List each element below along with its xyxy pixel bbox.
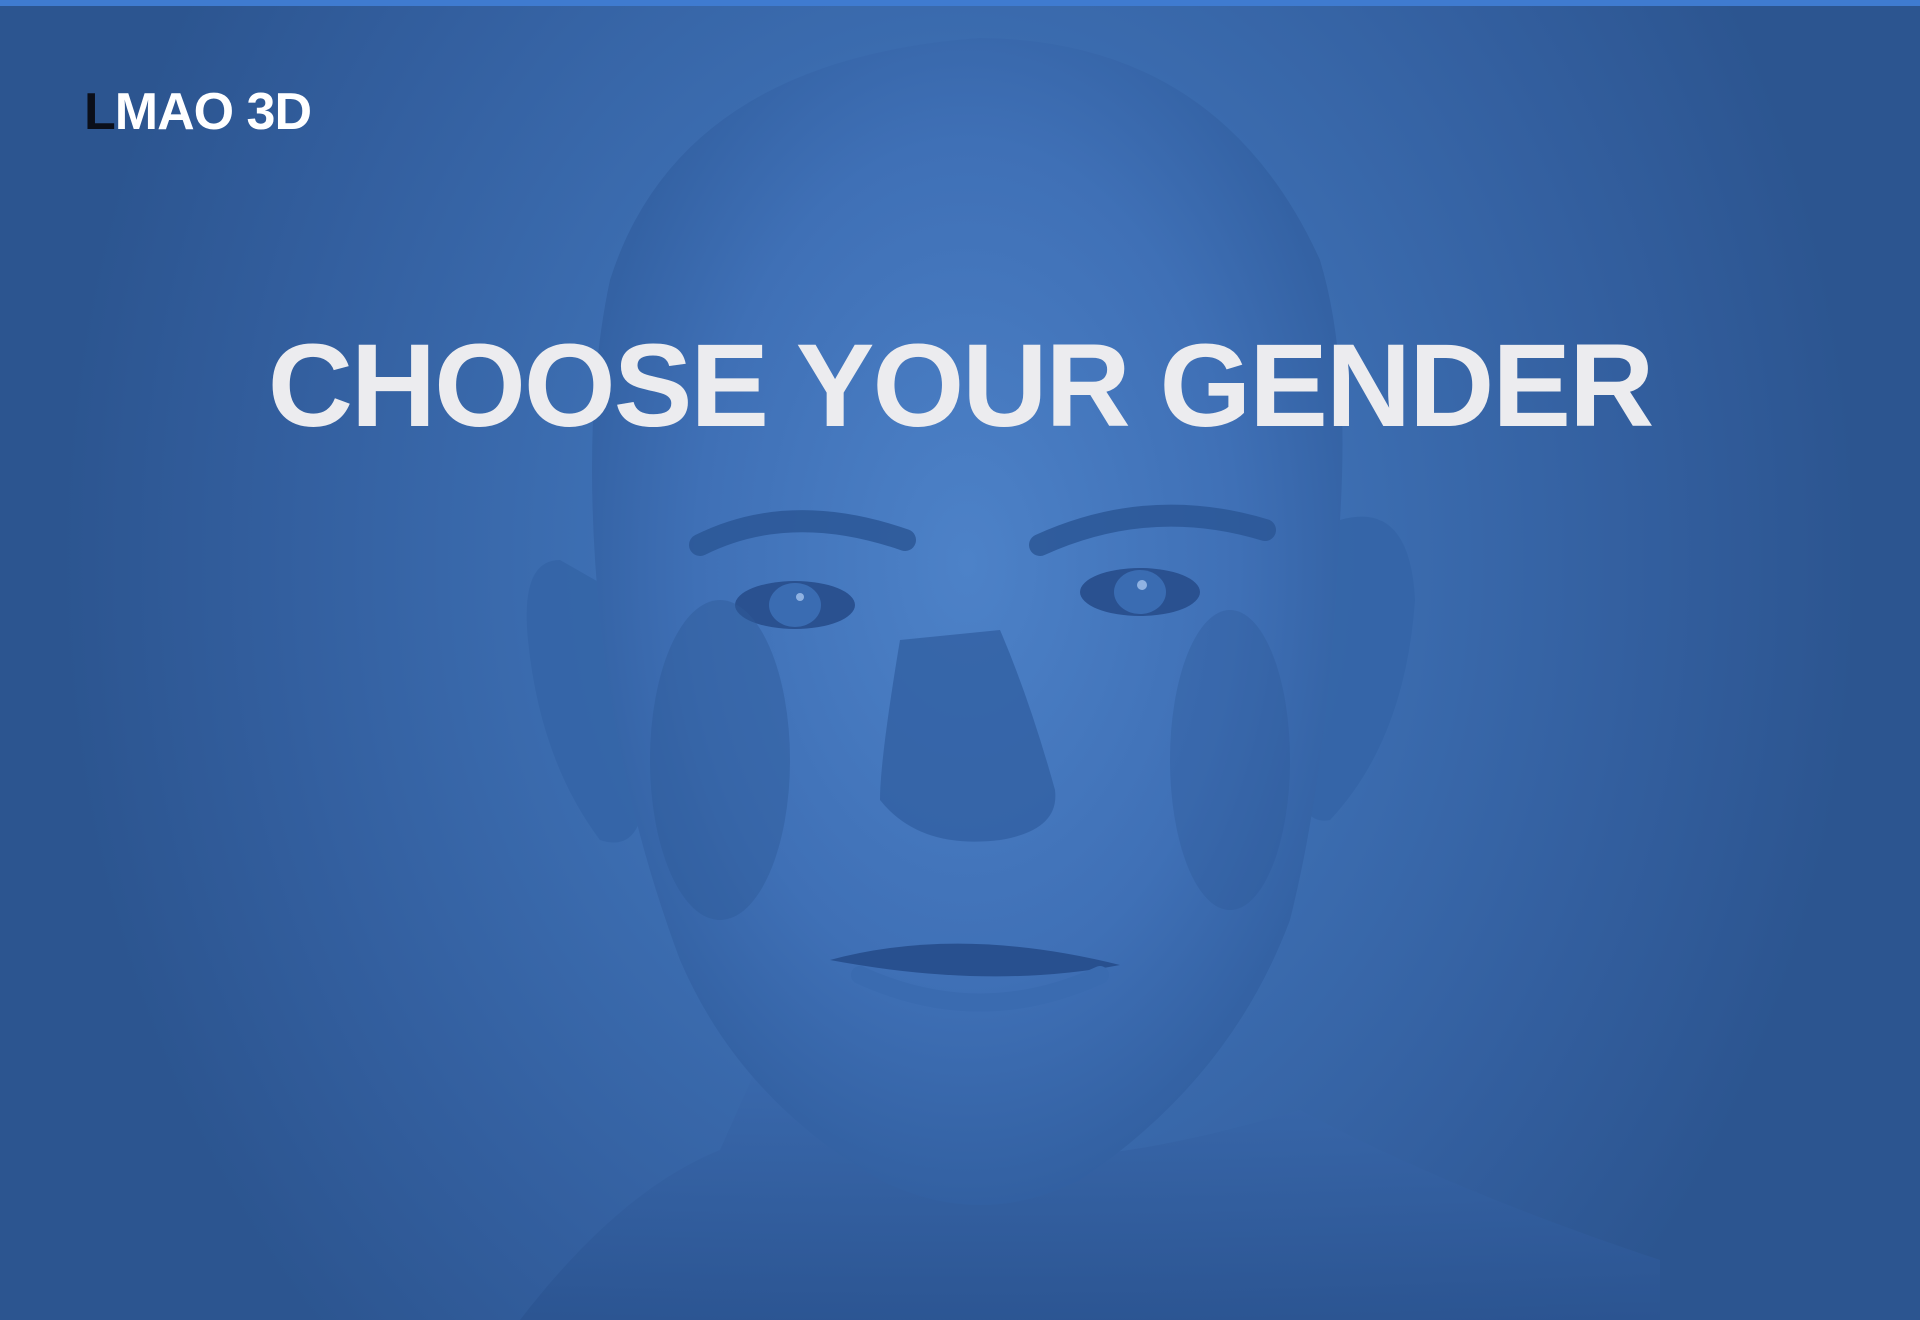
logo-rest-text: MAO 3D [114,83,312,141]
app-logo: LMAO 3D [84,82,312,142]
logo-first-letter: L [84,83,116,141]
page-title: CHOOSE YOUR GENDER [267,320,1655,452]
gender-select-screen: LMAO 3D CHOOSE YOUR GENDER [0,0,1920,1320]
male-portrait-illustration [520,38,1660,1320]
